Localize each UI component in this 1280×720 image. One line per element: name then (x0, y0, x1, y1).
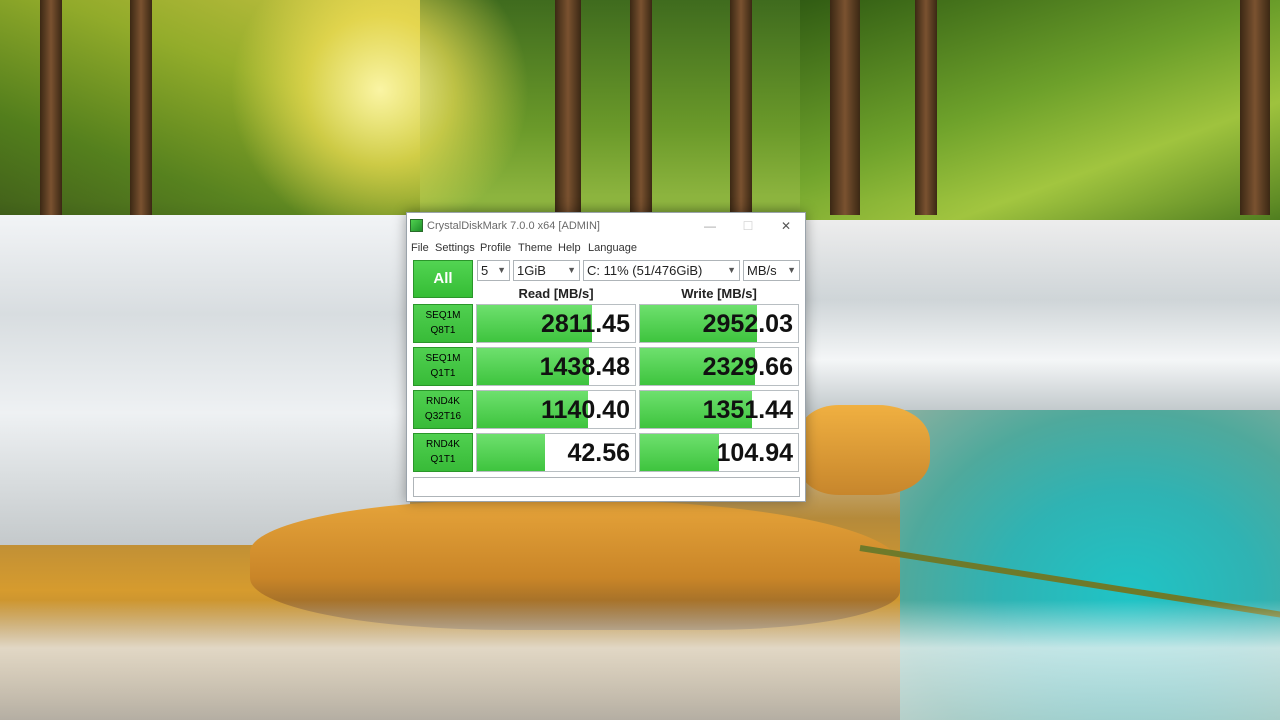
comment-field[interactable] (413, 477, 800, 497)
window-title: CrystalDiskMark 7.0.0 x64 [ADMIN] (427, 220, 600, 232)
chevron-down-icon: ▼ (567, 265, 576, 275)
test-size-value: 1GiB (517, 263, 546, 278)
wallpaper-rock (800, 405, 930, 495)
write-result-value: 104.94 (716, 439, 793, 467)
menu-profile[interactable]: Profile (480, 239, 511, 257)
chevron-down-icon: ▼ (497, 265, 506, 275)
read-column-header: Read [MB/s] (518, 286, 594, 301)
write-result-value: 2329.66 (702, 353, 793, 381)
wallpaper-tree (730, 0, 752, 215)
read-result-cell: 1438.48 (476, 347, 636, 386)
test-size-select[interactable]: 1GiB ▼ (513, 260, 580, 281)
menu-settings[interactable]: Settings (435, 239, 475, 257)
wallpaper-tree (40, 0, 62, 215)
read-result-cell: 2811.45 (476, 304, 636, 343)
test-name: RND4K (426, 439, 460, 450)
test-seq1m-q1t1-button[interactable]: SEQ1M Q1T1 (413, 347, 473, 386)
wallpaper-foliage-right (800, 0, 1280, 220)
wallpaper-tree (630, 0, 652, 215)
chevron-down-icon: ▼ (787, 265, 796, 275)
write-result-value: 2952.03 (702, 310, 793, 338)
crystaldiskmark-window: CrystalDiskMark 7.0.0 x64 [ADMIN] — ☐ ✕ … (406, 212, 806, 502)
read-result-bar (477, 434, 545, 471)
minimize-button[interactable]: — (691, 213, 729, 239)
wallpaper-tree (1240, 0, 1270, 215)
wallpaper-waterfall-left (0, 215, 410, 545)
test-rnd4k-q32t16-button[interactable]: RND4K Q32T16 (413, 390, 473, 429)
wallpaper-tree (915, 0, 937, 215)
test-seq1m-q8t1-button[interactable]: SEQ1M Q8T1 (413, 304, 473, 343)
test-count-value: 5 (481, 263, 489, 278)
wallpaper-mist (0, 600, 1280, 720)
menu-bar: File Settings Profile Theme Help Languag… (407, 239, 805, 257)
drive-select[interactable]: C: 11% (51/476GiB) ▼ (583, 260, 740, 281)
write-result-cell: 2329.66 (639, 347, 799, 386)
read-result-value: 42.56 (567, 439, 630, 467)
read-result-value: 1140.40 (541, 396, 630, 424)
menu-language[interactable]: Language (588, 239, 637, 257)
read-result-value: 2811.45 (541, 310, 630, 338)
unit-select[interactable]: MB/s ▼ (743, 260, 800, 281)
test-params: Q8T1 (430, 325, 456, 336)
wallpaper-tree (130, 0, 152, 215)
write-result-cell: 2952.03 (639, 304, 799, 343)
test-name: SEQ1M (425, 310, 461, 321)
menu-help[interactable]: Help (558, 239, 581, 257)
maximize-button[interactable]: ☐ (729, 213, 767, 239)
menu-theme[interactable]: Theme (518, 239, 552, 257)
menu-file[interactable]: File (411, 239, 429, 257)
test-count-select[interactable]: 5 ▼ (477, 260, 510, 281)
write-result-value: 1351.44 (702, 396, 793, 424)
test-params: Q1T1 (430, 454, 456, 465)
wallpaper-waterfall-right (805, 220, 1280, 420)
test-params: Q1T1 (430, 368, 456, 379)
write-column-header: Write [MB/s] (681, 286, 757, 301)
title-bar[interactable]: CrystalDiskMark 7.0.0 x64 [ADMIN] — ☐ ✕ (407, 213, 805, 239)
test-rnd4k-q1t1-button[interactable]: RND4K Q1T1 (413, 433, 473, 472)
wallpaper-tree (830, 0, 860, 215)
read-result-cell: 42.56 (476, 433, 636, 472)
chevron-down-icon: ▼ (727, 265, 736, 275)
close-button[interactable]: ✕ (767, 213, 805, 239)
write-result-cell: 104.94 (639, 433, 799, 472)
write-result-bar (640, 434, 719, 471)
test-name: RND4K (426, 396, 460, 407)
wallpaper-tree (555, 0, 581, 215)
test-params: Q32T16 (424, 411, 462, 422)
run-all-button[interactable]: All (413, 260, 473, 298)
write-result-cell: 1351.44 (639, 390, 799, 429)
crystaldiskmark-icon (410, 219, 423, 232)
read-result-value: 1438.48 (539, 353, 630, 381)
unit-value: MB/s (747, 263, 777, 278)
read-result-cell: 1140.40 (476, 390, 636, 429)
test-name: SEQ1M (425, 353, 461, 364)
drive-value: C: 11% (51/476GiB) (587, 263, 703, 278)
